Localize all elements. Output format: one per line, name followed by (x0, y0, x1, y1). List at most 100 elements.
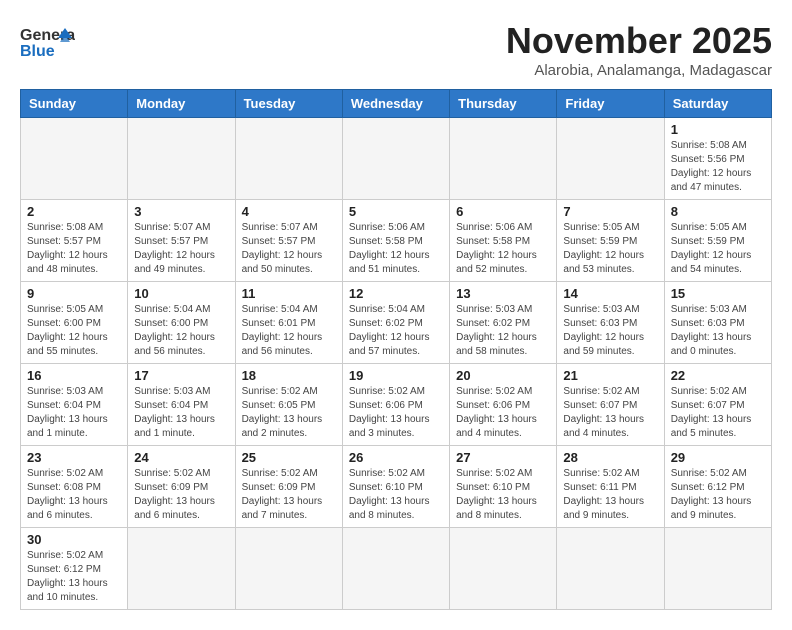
day-info: Sunrise: 5:06 AM Sunset: 5:58 PM Dayligh… (456, 221, 550, 277)
day-number: 9 (27, 286, 121, 301)
day-number: 28 (563, 450, 657, 465)
day-cell (128, 528, 235, 610)
day-info: Sunrise: 5:03 AM Sunset: 6:02 PM Dayligh… (456, 303, 550, 359)
day-number: 17 (134, 368, 228, 383)
day-cell: 23 Sunrise: 5:02 AM Sunset: 6:08 PM Dayli… (21, 446, 128, 528)
day-cell: 25Sunrise: 5:02 AM Sunset: 6:09 PM Dayli… (235, 446, 342, 528)
day-cell: 1 Sunrise: 5:08 AM Sunset: 5:56 PM Daylig… (664, 118, 771, 200)
day-cell: 10Sunrise: 5:04 AM Sunset: 6:00 PM Dayli… (128, 282, 235, 364)
day-cell (557, 528, 664, 610)
day-cell: 12 Sunrise: 5:04 AM Sunset: 6:02 PM Dayli… (342, 282, 449, 364)
day-cell: 3 Sunrise: 5:07 AM Sunset: 5:57 PM Daylig… (128, 200, 235, 282)
logo-icon: General Blue (20, 20, 75, 65)
day-number: 23 (27, 450, 121, 465)
day-number: 1 (671, 122, 765, 137)
day-info: Sunrise: 5:04 AM Sunset: 6:02 PM Dayligh… (349, 303, 443, 359)
day-cell: 7 Sunrise: 5:05 AM Sunset: 5:59 PM Daylig… (557, 200, 664, 282)
week-row-2: 2 Sunrise: 5:08 AM Sunset: 5:57 PM Daylig… (21, 200, 772, 282)
day-info: Sunrise: 5:02 AM Sunset: 6:08 PM Dayligh… (27, 467, 121, 523)
day-info: Sunrise: 5:05 AM Sunset: 5:59 PM Dayligh… (671, 221, 765, 277)
day-number: 7 (563, 204, 657, 219)
day-info: Sunrise: 5:02 AM Sunset: 6:10 PM Dayligh… (349, 467, 443, 523)
day-cell: 4 Sunrise: 5:07 AM Sunset: 5:57 PM Daylig… (235, 200, 342, 282)
day-info: Sunrise: 5:08 AM Sunset: 5:57 PM Dayligh… (27, 221, 121, 277)
day-number: 5 (349, 204, 443, 219)
day-cell: 20 Sunrise: 5:02 AM Sunset: 6:06 PM Dayli… (450, 364, 557, 446)
day-cell: 28 Sunrise: 5:02 AM Sunset: 6:11 PM Dayli… (557, 446, 664, 528)
day-info: Sunrise: 5:05 AM Sunset: 5:59 PM Dayligh… (563, 221, 657, 277)
day-number: 30 (27, 532, 121, 547)
day-cell: 30Sunrise: 5:02 AM Sunset: 6:12 PM Dayli… (21, 528, 128, 610)
day-cell: 19Sunrise: 5:02 AM Sunset: 6:06 PM Dayli… (342, 364, 449, 446)
day-number: 21 (563, 368, 657, 383)
day-info: Sunrise: 5:02 AM Sunset: 6:07 PM Dayligh… (671, 385, 765, 441)
day-cell: 17 Sunrise: 5:03 AM Sunset: 6:04 PM Dayli… (128, 364, 235, 446)
weekday-header-monday: Monday (128, 90, 235, 118)
day-info: Sunrise: 5:02 AM Sunset: 6:05 PM Dayligh… (242, 385, 336, 441)
day-number: 4 (242, 204, 336, 219)
day-cell (450, 528, 557, 610)
weekday-header-row: SundayMondayTuesdayWednesdayThursdayFrid… (21, 90, 772, 118)
day-info: Sunrise: 5:07 AM Sunset: 5:57 PM Dayligh… (134, 221, 228, 277)
logo: General Blue (20, 20, 75, 65)
day-cell: 9 Sunrise: 5:05 AM Sunset: 6:00 PM Daylig… (21, 282, 128, 364)
week-row-5: 23 Sunrise: 5:02 AM Sunset: 6:08 PM Dayli… (21, 446, 772, 528)
day-info: Sunrise: 5:02 AM Sunset: 6:06 PM Dayligh… (349, 385, 443, 441)
weekday-header-sunday: Sunday (21, 90, 128, 118)
week-row-1: 1 Sunrise: 5:08 AM Sunset: 5:56 PM Daylig… (21, 118, 772, 200)
day-number: 3 (134, 204, 228, 219)
day-info: Sunrise: 5:02 AM Sunset: 6:06 PM Dayligh… (456, 385, 550, 441)
day-cell: 11Sunrise: 5:04 AM Sunset: 6:01 PM Dayli… (235, 282, 342, 364)
day-number: 18 (242, 368, 336, 383)
day-cell: 16 Sunrise: 5:03 AM Sunset: 6:04 PM Dayli… (21, 364, 128, 446)
day-cell (342, 528, 449, 610)
day-info: Sunrise: 5:02 AM Sunset: 6:12 PM Dayligh… (671, 467, 765, 523)
weekday-header-wednesday: Wednesday (342, 90, 449, 118)
day-cell: 26Sunrise: 5:02 AM Sunset: 6:10 PM Dayli… (342, 446, 449, 528)
day-info: Sunrise: 5:08 AM Sunset: 5:56 PM Dayligh… (671, 139, 765, 195)
day-info: Sunrise: 5:03 AM Sunset: 6:04 PM Dayligh… (134, 385, 228, 441)
day-info: Sunrise: 5:02 AM Sunset: 6:10 PM Dayligh… (456, 467, 550, 523)
day-cell (342, 118, 449, 200)
day-number: 16 (27, 368, 121, 383)
day-number: 24 (134, 450, 228, 465)
day-cell: 24 Sunrise: 5:02 AM Sunset: 6:09 PM Dayli… (128, 446, 235, 528)
day-cell: 29Sunrise: 5:02 AM Sunset: 6:12 PM Dayli… (664, 446, 771, 528)
week-row-3: 9 Sunrise: 5:05 AM Sunset: 6:00 PM Daylig… (21, 282, 772, 364)
day-info: Sunrise: 5:07 AM Sunset: 5:57 PM Dayligh… (242, 221, 336, 277)
day-info: Sunrise: 5:03 AM Sunset: 6:03 PM Dayligh… (563, 303, 657, 359)
day-number: 8 (671, 204, 765, 219)
day-cell: 27Sunrise: 5:02 AM Sunset: 6:10 PM Dayli… (450, 446, 557, 528)
day-info: Sunrise: 5:02 AM Sunset: 6:09 PM Dayligh… (242, 467, 336, 523)
day-number: 6 (456, 204, 550, 219)
day-cell (664, 528, 771, 610)
day-cell: 14 Sunrise: 5:03 AM Sunset: 6:03 PM Dayli… (557, 282, 664, 364)
day-info: Sunrise: 5:05 AM Sunset: 6:00 PM Dayligh… (27, 303, 121, 359)
day-info: Sunrise: 5:02 AM Sunset: 6:07 PM Dayligh… (563, 385, 657, 441)
day-cell (235, 118, 342, 200)
day-cell: 15Sunrise: 5:03 AM Sunset: 6:03 PM Dayli… (664, 282, 771, 364)
day-cell: 13Sunrise: 5:03 AM Sunset: 6:02 PM Dayli… (450, 282, 557, 364)
day-cell: 5 Sunrise: 5:06 AM Sunset: 5:58 PM Daylig… (342, 200, 449, 282)
day-cell (235, 528, 342, 610)
day-info: Sunrise: 5:06 AM Sunset: 5:58 PM Dayligh… (349, 221, 443, 277)
day-number: 2 (27, 204, 121, 219)
day-cell: 22Sunrise: 5:02 AM Sunset: 6:07 PM Dayli… (664, 364, 771, 446)
calendar-table: SundayMondayTuesdayWednesdayThursdayFrid… (20, 89, 772, 610)
day-cell: 18 Sunrise: 5:02 AM Sunset: 6:05 PM Dayli… (235, 364, 342, 446)
title-section: November 2025 Alarobia, Analamanga, Mada… (506, 20, 772, 79)
week-row-4: 16 Sunrise: 5:03 AM Sunset: 6:04 PM Dayli… (21, 364, 772, 446)
day-info: Sunrise: 5:02 AM Sunset: 6:09 PM Dayligh… (134, 467, 228, 523)
day-number: 12 (349, 286, 443, 301)
day-cell: 6 Sunrise: 5:06 AM Sunset: 5:58 PM Daylig… (450, 200, 557, 282)
day-number: 20 (456, 368, 550, 383)
weekday-header-friday: Friday (557, 90, 664, 118)
day-info: Sunrise: 5:03 AM Sunset: 6:03 PM Dayligh… (671, 303, 765, 359)
day-info: Sunrise: 5:04 AM Sunset: 6:01 PM Dayligh… (242, 303, 336, 359)
day-number: 14 (563, 286, 657, 301)
subtitle: Alarobia, Analamanga, Madagascar (506, 62, 772, 79)
week-row-6: 30Sunrise: 5:02 AM Sunset: 6:12 PM Dayli… (21, 528, 772, 610)
day-info: Sunrise: 5:02 AM Sunset: 6:11 PM Dayligh… (563, 467, 657, 523)
day-cell (128, 118, 235, 200)
day-info: Sunrise: 5:03 AM Sunset: 6:04 PM Dayligh… (27, 385, 121, 441)
